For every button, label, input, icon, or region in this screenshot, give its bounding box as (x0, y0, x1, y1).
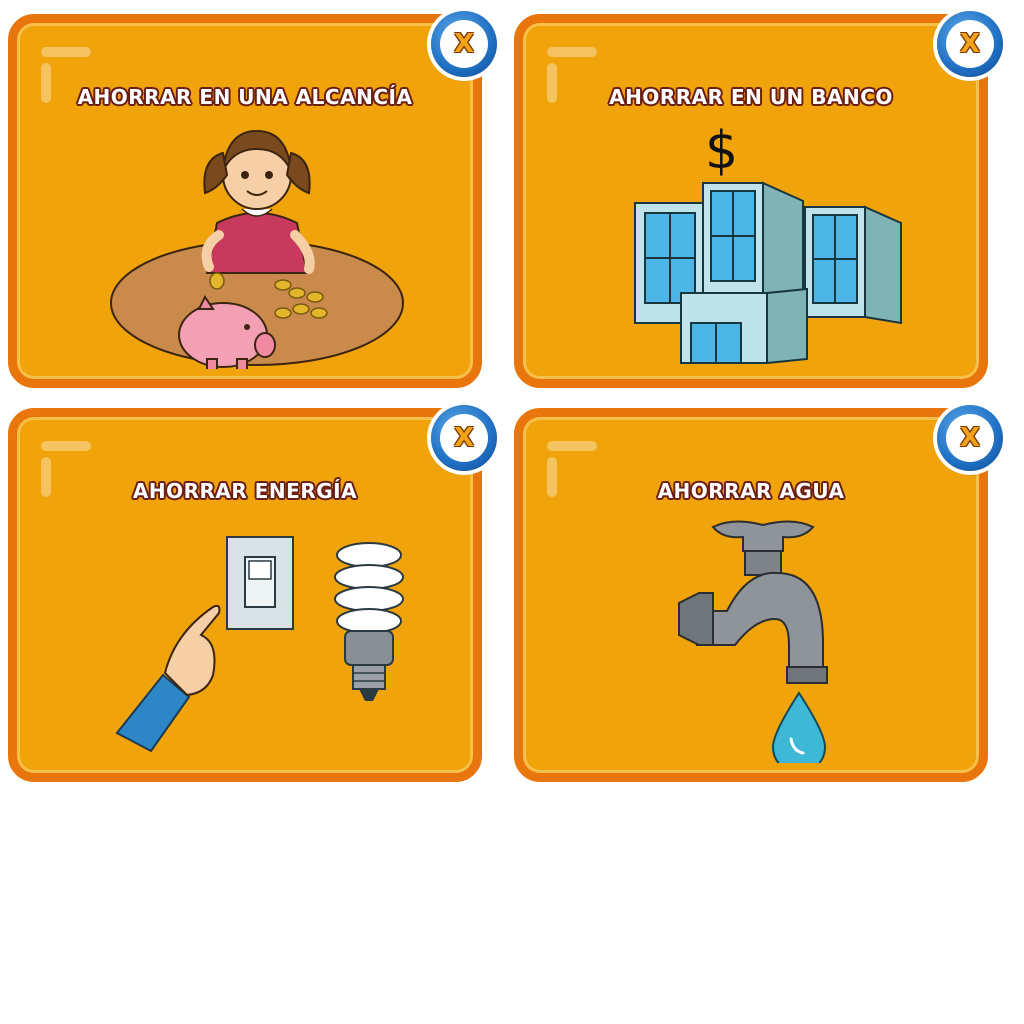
close-icon: X (453, 423, 475, 453)
card-agua: AHORRAR AGUA X (514, 405, 1003, 782)
card-inner: AHORRAR EN UN BANCO $ (533, 33, 969, 369)
card-energia: AHORRAR ENERGÍA X (8, 405, 497, 782)
card-inner: AHORRAR AGUA (533, 427, 969, 763)
close-icon: X (959, 423, 981, 453)
card-inner: AHORRAR ENERGÍA (27, 427, 463, 763)
card-title: AHORRAR EN UNA ALCANCÍA (77, 85, 413, 109)
close-button[interactable]: X (431, 11, 497, 77)
card-title: AHORRAR EN UN BANCO (609, 85, 893, 109)
water-tap-drop-illustration (678, 520, 828, 763)
bank-building-illustration (634, 181, 902, 365)
card-title: AHORRAR ENERGÍA (132, 479, 358, 503)
card-title: AHORRAR AGUA (657, 479, 845, 503)
card-banco: AHORRAR EN UN BANCO $ X (514, 11, 1003, 388)
girl-piggy-bank-illustration (110, 129, 404, 369)
close-button[interactable]: X (431, 405, 497, 471)
close-icon: X (453, 29, 475, 59)
card-alcancia: AHORRAR EN UNA ALCANCÍA X (8, 11, 497, 388)
light-switch-and-bulb-illustration (115, 536, 404, 753)
close-icon: X (959, 29, 981, 59)
card-inner: AHORRAR EN UNA ALCANCÍA (27, 33, 463, 369)
close-button[interactable]: X (937, 11, 1003, 77)
close-button[interactable]: X (937, 405, 1003, 471)
dollar-sign: $ (705, 121, 739, 181)
